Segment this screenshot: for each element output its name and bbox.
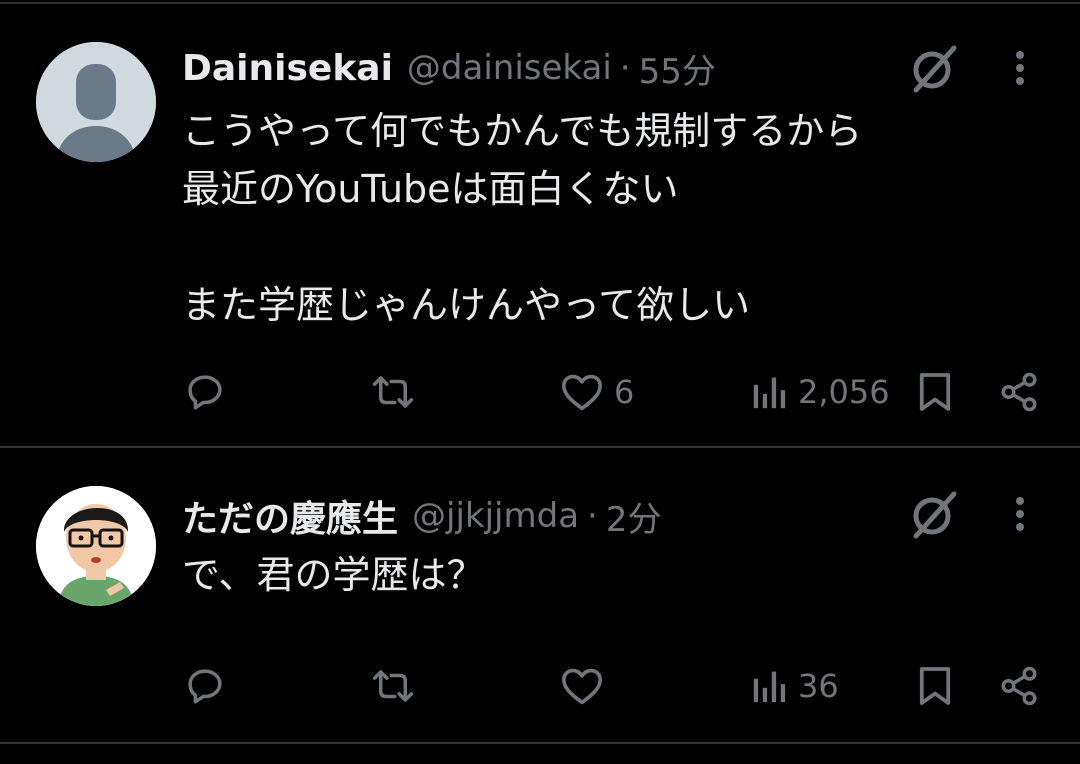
user-handle[interactable]: @dainisekai (407, 48, 612, 88)
display-name[interactable]: ただの慶應生 (182, 490, 398, 542)
avatar[interactable] (36, 486, 156, 606)
like-icon (561, 374, 602, 411)
avatar[interactable] (36, 42, 156, 162)
user-handle[interactable]: @jjkjjmda (412, 496, 579, 536)
tweet-header: ただの慶應生 @jjkjjmda · 2分 (182, 488, 661, 544)
display-name[interactable]: Dainisekai (182, 48, 393, 89)
share-icon (1001, 372, 1037, 412)
retweet-icon (372, 376, 414, 408)
bookmark-icon (919, 373, 951, 411)
action-bar: 36 (0, 658, 1080, 714)
reply-icon (188, 669, 222, 704)
bookmark-button[interactable] (918, 658, 952, 714)
like-icon (561, 668, 602, 705)
reply-icon (188, 375, 222, 410)
views-button[interactable]: 2,056 (752, 364, 890, 420)
tweet-divider (0, 446, 1080, 448)
reply-button[interactable] (184, 364, 226, 420)
more-icon (1016, 497, 1024, 531)
share-icon (1001, 666, 1037, 706)
views-button[interactable]: 36 (752, 658, 839, 714)
like-button[interactable] (560, 658, 614, 714)
retweet-button[interactable] (370, 658, 416, 714)
separator-dot: · (587, 496, 598, 536)
grok-button[interactable] (906, 40, 962, 96)
more-icon (1016, 51, 1024, 85)
like-count: 6 (614, 373, 635, 411)
default-avatar-icon (36, 42, 156, 162)
more-button[interactable] (1000, 40, 1040, 96)
grok-button[interactable] (906, 486, 962, 542)
tweet-header: Dainisekai @dainisekai · 55分 (182, 40, 716, 96)
tweet-1[interactable]: Dainisekai @dainisekai · 55分 こうやって何でもかんで… (0, 40, 1080, 440)
view-count: 36 (798, 667, 839, 705)
share-button[interactable] (998, 364, 1040, 420)
like-button[interactable]: 6 (560, 364, 634, 420)
illustrated-avatar (36, 486, 156, 606)
separator-dot: · (619, 48, 631, 88)
retweet-button[interactable] (370, 364, 416, 420)
timestamp[interactable]: 2分 (606, 492, 662, 541)
action-bar: 6 2,056 (0, 364, 1080, 420)
tweet-2[interactable]: ただの慶應生 @jjkjjmda · 2分 で、君の学歴は？ 36 (0, 486, 1080, 746)
bookmark-icon (919, 667, 951, 705)
grok-icon (913, 45, 957, 93)
grok-icon (913, 491, 957, 539)
views-icon (753, 377, 786, 409)
views-icon (753, 671, 786, 703)
tweet-text: こうやって何でもかんでも規制するから 最近のYouTubeは面白くない また学歴… (182, 109, 863, 327)
tweet-text: で、君の学歴は？ (182, 553, 485, 597)
bottom-divider (0, 742, 1080, 744)
top-divider (0, 2, 1080, 4)
timestamp[interactable]: 55分 (639, 44, 716, 93)
reply-button[interactable] (184, 658, 226, 714)
share-button[interactable] (998, 658, 1040, 714)
retweet-icon (372, 670, 414, 702)
more-button[interactable] (1000, 486, 1040, 542)
view-count: 2,056 (798, 373, 890, 411)
bookmark-button[interactable] (918, 364, 952, 420)
